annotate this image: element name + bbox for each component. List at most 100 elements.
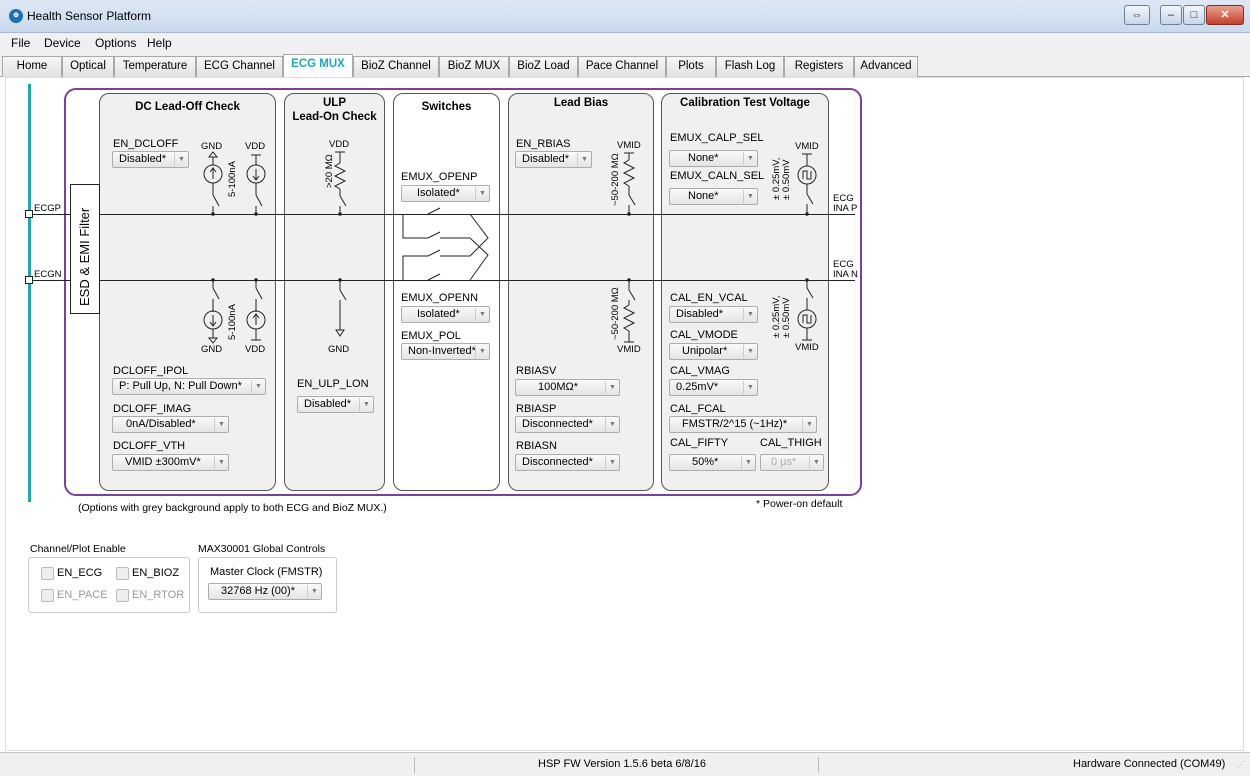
en-rtor-checkbox — [116, 589, 129, 602]
cal-amplitude-top-label: ± 0.25mV, ± 0.50mV — [771, 157, 792, 200]
emux-calp-dropdown[interactable]: None* ▼ — [669, 150, 758, 167]
switch-matrix — [402, 207, 489, 281]
en-rbias-label: EN_RBIAS — [516, 138, 571, 150]
emux-pol-dropdown[interactable]: Non-Inverted* ▼ — [401, 343, 490, 360]
cal-vmode-label: CAL_VMODE — [670, 329, 738, 341]
status-separator — [414, 757, 415, 773]
dc-current-bottom-label: 5-100nA — [227, 304, 238, 340]
cal-fifty-label: CAL_FIFTY — [670, 437, 729, 449]
chevron-down-icon: ▼ — [802, 418, 816, 431]
dcloff-ipol-value: P: Pull Up, N: Pull Down* — [119, 380, 242, 392]
bias-resistor-top — [622, 152, 636, 214]
emux-openp-label: EMUX_OPENP — [401, 171, 478, 183]
cal-fcal-value: FMSTR/2^15 (~1Hz)* — [682, 418, 788, 430]
cal-thigh-value: 0 µs* — [771, 456, 797, 468]
cal-fifty-value: 50%* — [692, 456, 719, 468]
cal-thigh-label: CAL_THIGH — [760, 437, 822, 449]
cal-en-vcal-dropdown[interactable]: Disabled* ▼ — [669, 306, 758, 323]
en-dcloff-dropdown[interactable]: Disabled* ▼ — [112, 151, 189, 168]
chevron-down-icon: ▼ — [605, 381, 619, 394]
dc-vdd-bottom-label: VDD — [245, 344, 266, 355]
dcloff-imag-value: 0nA/Disabled* — [126, 418, 196, 430]
master-clock-value: 32768 Hz (00)* — [221, 585, 295, 597]
dcloff-ipol-dropdown[interactable]: P: Pull Up, N: Pull Down* ▼ — [112, 378, 266, 395]
dcloff-imag-dropdown[interactable]: 0nA/Disabled* ▼ — [112, 416, 229, 433]
emux-calp-label: EMUX_CALP_SEL — [670, 132, 764, 144]
chevron-down-icon: ▼ — [743, 152, 757, 165]
cal-vmag-label: CAL_VMAG — [670, 365, 730, 377]
cal-vmode-value: Unipolar* — [682, 345, 728, 357]
en-ulp-lon-value: Disabled* — [304, 398, 352, 410]
en-rbias-value: Disabled* — [522, 153, 570, 165]
en-pace-checkbox — [41, 589, 54, 602]
status-bar: HSP FW Version 1.5.6 beta 6/8/16 Hardwar… — [0, 752, 1250, 776]
emux-openn-dropdown[interactable]: Isolated* ▼ — [401, 306, 490, 323]
en-ulp-lon-dropdown[interactable]: Disabled* ▼ — [297, 396, 374, 413]
rbiasv-dropdown[interactable]: 100MΩ* ▼ — [515, 379, 620, 396]
emux-pol-label: EMUX_POL — [401, 330, 461, 342]
en-pace-label: EN_PACE — [57, 589, 108, 601]
en-bioz-checkbox[interactable] — [116, 567, 129, 580]
bias-resistor-bottom — [622, 280, 636, 343]
ulp-vdd-label: VDD — [329, 139, 350, 150]
emux-pol-value: Non-Inverted* — [408, 345, 476, 357]
grey-background-note: (Options with grey background apply to b… — [78, 502, 387, 514]
cal-vmid-top-label: VMID — [795, 141, 819, 152]
en-rbias-dropdown[interactable]: Disabled* ▼ — [515, 151, 592, 168]
dcloff-vth-dropdown[interactable]: VMID ±300mV* ▼ — [112, 454, 229, 471]
cal-fifty-dropdown[interactable]: 50%* ▼ — [669, 454, 756, 471]
en-ecg-label: EN_ECG — [57, 567, 103, 579]
master-clock-dropdown[interactable]: 32768 Hz (00)* ▼ — [208, 583, 322, 600]
emux-caln-dropdown[interactable]: None* ▼ — [669, 188, 758, 205]
chevron-down-icon: ▼ — [809, 456, 823, 469]
power-on-default-note: * Power-on default — [756, 498, 843, 510]
status-separator — [818, 757, 819, 773]
channel-enable-group — [28, 557, 190, 613]
rbiasp-dropdown[interactable]: Disconnected* ▼ — [515, 416, 620, 433]
chevron-down-icon: ▼ — [214, 456, 228, 469]
dcloff-imag-label: DCLOFF_IMAG — [113, 403, 192, 415]
cal-en-vcal-label: CAL_EN_VCAL — [670, 292, 748, 304]
chevron-down-icon: ▼ — [475, 345, 489, 358]
chevron-down-icon: ▼ — [174, 153, 188, 166]
en-dcloff-label: EN_DCLOFF — [113, 138, 179, 150]
chevron-down-icon: ▼ — [475, 308, 489, 321]
emux-openn-value: Isolated* — [417, 308, 460, 320]
ulp-resistance-label: >20 MΩ — [324, 154, 335, 188]
dc-gnd-bottom-label: GND — [201, 344, 223, 355]
bias-vmid-top-label: VMID — [617, 140, 641, 151]
emux-openp-value: Isolated* — [417, 187, 460, 199]
chevron-down-icon: ▼ — [605, 418, 619, 431]
emux-openp-dropdown[interactable]: Isolated* ▼ — [401, 185, 490, 202]
en-rtor-label: EN_RTOR — [132, 589, 185, 601]
cal-vmag-dropdown[interactable]: 0.25mV* ▼ — [669, 379, 758, 396]
emux-caln-label: EMUX_CALN_SEL — [670, 170, 765, 182]
fw-version-text: HSP FW Version 1.5.6 beta 6/8/16 — [538, 758, 706, 770]
chevron-down-icon: ▼ — [605, 456, 619, 469]
emux-caln-value: None* — [688, 190, 719, 202]
cal-fcal-dropdown[interactable]: FMSTR/2^15 (~1Hz)* ▼ — [669, 416, 817, 433]
rbiasp-label: RBIASP — [516, 403, 557, 415]
cal-source-top — [797, 153, 817, 214]
rbiasn-dropdown[interactable]: Disconnected* ▼ — [515, 454, 620, 471]
dc-current-top-label: 5-100nA — [227, 161, 238, 197]
chevron-down-icon: ▼ — [743, 345, 757, 358]
chevron-down-icon: ▼ — [307, 585, 321, 598]
switches-title: Switches — [421, 101, 472, 113]
gnd-top-icon — [207, 151, 219, 158]
rbiasv-value: 100MΩ* — [538, 381, 579, 393]
chevron-down-icon: ▼ — [743, 381, 757, 394]
en-ecg-checkbox[interactable] — [41, 567, 54, 580]
ulp-resistor — [333, 151, 347, 337]
dc-leadoff-title: DC Lead-Off Check — [135, 101, 240, 113]
dc-gnd-top-label: GND — [201, 141, 223, 152]
emux-calp-value: None* — [688, 152, 719, 164]
channel-enable-title: Channel/Plot Enable — [30, 543, 126, 555]
cal-amplitude-bottom-label: ± 0.25mV, ± 0.50mV — [771, 295, 792, 338]
en-ulp-lon-label: EN_ULP_LON — [297, 378, 369, 390]
dcloff-vth-label: DCLOFF_VTH — [113, 440, 186, 452]
cal-vmode-dropdown[interactable]: Unipolar* ▼ — [669, 343, 758, 360]
resize-grip-icon[interactable]: ⋰ — [1237, 760, 1245, 769]
dcloff-vth-value: VMID ±300mV* — [125, 456, 201, 468]
connection-status: Hardware Connected (COM49) — [1073, 758, 1226, 770]
